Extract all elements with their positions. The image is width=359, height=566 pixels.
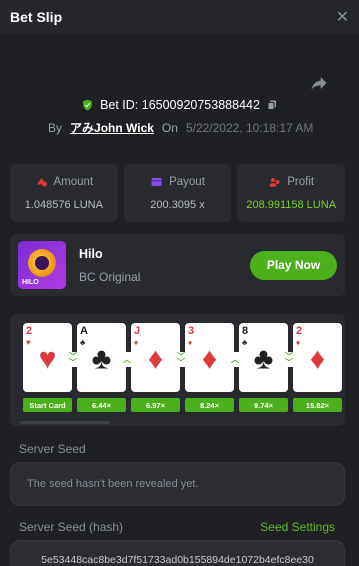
- card-suit-icon: ♣: [91, 342, 112, 375]
- hash-label: Server Seed (hash): [19, 520, 124, 534]
- header: Bet Slip ✕: [0, 0, 359, 34]
- copy-icon[interactable]: [266, 99, 278, 111]
- game-name: Hilo: [79, 246, 103, 261]
- server-seed-label: Server Seed: [19, 442, 86, 456]
- multiplier-badge: 6.44×: [77, 398, 126, 412]
- playing-card: 3 ♦ ♦: [185, 323, 234, 392]
- card-suit-small: ♥: [26, 338, 31, 347]
- card-rank: 2: [26, 325, 33, 337]
- lower-arrow-icon: ﹀ ﹀: [66, 352, 80, 367]
- hilo-card-column: 2 ♦ ♦ 15.82×: [293, 323, 342, 412]
- card-suit-icon: ♣: [253, 342, 274, 375]
- card-suit-small: ♦: [134, 338, 139, 347]
- higher-arrow-icon: ︿: [228, 352, 242, 367]
- profit-stat: Profit 208.991158 LUNA: [237, 164, 346, 222]
- byline: By アみJohn Wick On 5/22/2022, 10:18:17 AM: [48, 119, 313, 136]
- card-suit-icon: ♥: [38, 342, 57, 375]
- page-title: Bet Slip: [10, 9, 63, 25]
- higher-arrow-icon: ︿: [120, 352, 134, 367]
- card-rank: A: [80, 325, 88, 337]
- multiplier-badge: 8.24×: [185, 398, 234, 412]
- bet-id-row: Bet ID: 16500920753888442: [0, 98, 359, 112]
- profit-value: 208.991158 LUNA: [246, 198, 337, 211]
- server-seed-hash-field[interactable]: 5e53448cac8be3d7f51733ad0b155894de1072b4…: [10, 540, 345, 566]
- profit-label: Profit: [287, 175, 315, 188]
- bet-date: 5/22/2022, 10:18:17 AM: [185, 121, 314, 135]
- thumb-tag: HILO: [22, 279, 39, 286]
- play-now-button[interactable]: Play Now: [250, 250, 337, 280]
- card-suit-small: ♣: [80, 338, 86, 347]
- hilo-card-column: 2 ♥ ♥ Start Card: [23, 323, 72, 412]
- bet-id: Bet ID: 16500920753888442: [100, 98, 260, 112]
- game-thumbnail[interactable]: HILO: [18, 241, 66, 289]
- cards-strip[interactable]: 2 ♥ ♥ Start Card A ♣ ♣ 6.44× J ♦ ♦ 6.97× 3 ♦ ♦ 8.24× 8 ♣ ♣…: [10, 314, 345, 426]
- payout-value: 200.3095 x: [150, 198, 205, 211]
- card-rank: J: [134, 325, 141, 337]
- seed-settings-link[interactable]: Seed Settings: [260, 520, 335, 534]
- close-icon[interactable]: ✕: [336, 7, 349, 27]
- on-label: On: [161, 121, 178, 135]
- lower-arrow-icon: ﹀ ﹀: [174, 352, 188, 367]
- card-rank: 2: [296, 325, 303, 337]
- profit-icon: [269, 177, 280, 186]
- multiplier-badge: Start Card: [23, 398, 72, 412]
- hilo-card-column: A ♣ ♣ 6.44×: [77, 323, 126, 412]
- card-rank: 8: [242, 325, 249, 337]
- payout-stat: Payout 200.3095 x: [123, 164, 232, 222]
- hilo-card-column: J ♦ ♦ 6.97×: [131, 323, 180, 412]
- playing-card: A ♣ ♣: [77, 323, 126, 392]
- amount-label: Amount: [53, 175, 94, 188]
- shield-icon: [83, 99, 92, 111]
- hilo-card-column: 3 ♦ ♦ 8.24×: [185, 323, 234, 412]
- card-rank: 3: [188, 325, 195, 337]
- card-suit-icon: ♦: [309, 342, 326, 375]
- payout-label: Payout: [169, 175, 205, 188]
- card-suit-icon: ♦: [147, 342, 164, 375]
- card-suit-icon: ♦: [201, 342, 218, 375]
- amount-icon: [36, 177, 47, 186]
- server-seed-field: The seed hasn't been revealed yet.: [10, 462, 345, 506]
- card-suit-small: ♣: [242, 338, 248, 347]
- playing-card: J ♦ ♦: [131, 323, 180, 392]
- lower-arrow-icon: ﹀ ﹀: [282, 352, 296, 367]
- amount-stat: Amount 1.048576 LUNA: [10, 164, 118, 222]
- playing-card: 8 ♣ ♣: [239, 323, 288, 392]
- share-icon[interactable]: [309, 73, 329, 93]
- hilo-card-column: 8 ♣ ♣ 9.74×: [239, 323, 288, 412]
- amount-value: 1.048576 LUNA: [24, 198, 103, 211]
- game-card: HILO Hilo BC Original Play Now: [10, 234, 345, 296]
- cards-scrollbar[interactable]: [20, 421, 110, 424]
- multiplier-badge: 6.97×: [131, 398, 180, 412]
- card-suit-small: ♦: [296, 338, 301, 347]
- multiplier-badge: 15.82×: [293, 398, 342, 412]
- playing-card: 2 ♥ ♥: [23, 323, 72, 392]
- stats-row: Amount 1.048576 LUNA Payout 200.3095 x P…: [10, 164, 346, 222]
- game-subtitle: BC Original: [79, 269, 141, 284]
- by-label: By: [48, 121, 63, 135]
- user-link[interactable]: アみJohn Wick: [70, 119, 154, 136]
- card-suit-small: ♦: [188, 338, 193, 347]
- playing-card: 2 ♦ ♦: [293, 323, 342, 392]
- wallet-icon: [151, 177, 162, 186]
- multiplier-badge: 9.74×: [239, 398, 288, 412]
